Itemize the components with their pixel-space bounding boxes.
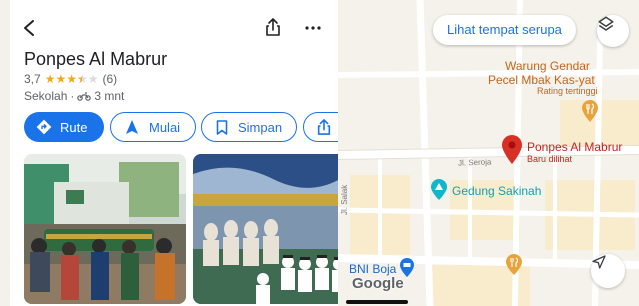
start-button-label: Mulai [149,119,181,135]
rating-stars-icon: ★★★★★★ [44,72,99,86]
place-details-panel: Ponpes Al Mabrur 3,7 ★★★★★★ (6) Sekolah … [10,0,338,306]
category-label: Sekolah [24,89,68,103]
share-button[interactable] [303,112,338,142]
route-button-label: Rute [60,119,88,135]
share-icon[interactable] [264,17,282,37]
place-photo-1[interactable] [24,154,186,304]
pin-note: Baru dilihat [527,154,573,164]
similar-places-button[interactable]: Lihat tempat serupa [433,15,576,45]
poi-warung-name-line1: Warung Gendar [505,59,590,73]
my-location-button[interactable] [591,254,625,288]
layers-button[interactable] [597,15,629,47]
review-count: (6) [102,72,118,86]
save-button[interactable]: Simpan [201,112,297,142]
rating-row[interactable]: 3,7 ★★★★★★ (6) [24,72,117,86]
street-label-salak: Jl. Salak [340,184,349,215]
photo-indoor-gathering [193,154,338,304]
layers-icon [598,16,614,31]
share-small-icon [317,119,331,135]
rating-value: 3,7 [24,72,41,86]
food-pin-small-icon[interactable] [505,254,523,276]
bookmark-icon [216,119,228,135]
travel-time: 3 mnt [94,89,125,103]
navigation-arrow-icon [592,255,606,269]
poi-warung-note: Rating tertinggi [537,86,598,96]
google-logo: Google [352,275,404,292]
separator-dot: · [70,89,75,103]
motorcycle-icon [77,91,92,101]
place-photo-2[interactable] [193,154,338,304]
place-title: Ponpes Al Mabrur [24,49,168,69]
pin-place-name[interactable]: Ponpes Al Mabrur [527,140,622,154]
poi-gedung[interactable]: Gedung Sakinah [452,184,541,198]
poi-warung[interactable]: Warung Gendar [505,59,590,73]
building-pin-icon[interactable] [430,179,448,201]
navigation-icon [126,120,138,134]
directions-icon [36,119,52,135]
route-button[interactable]: Rute [24,112,104,142]
start-button[interactable]: Mulai [110,112,196,142]
photo-outdoor-ceremony [24,154,186,304]
place-pin-icon[interactable] [500,133,524,165]
food-pin-icon[interactable] [580,99,600,123]
poi-bni[interactable]: BNI Boja [349,262,396,276]
save-button-label: Simpan [238,119,283,135]
more-options-icon[interactable] [305,25,321,31]
street-label-seroja: Jl. Seroja [457,157,492,168]
poi-warung-name-line2: Pecel Mbak Kas-yat [488,73,595,87]
category-row: Sekolah · 3 mnt [24,89,124,103]
home-indicator [346,300,408,304]
back-arrow-icon[interactable] [22,19,38,37]
